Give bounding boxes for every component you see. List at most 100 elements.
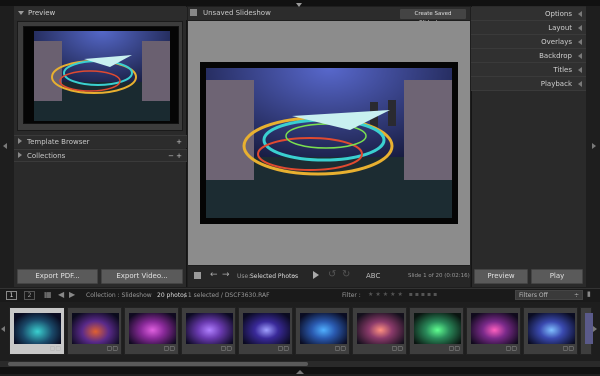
filmstrip-thumbnail[interactable]: ▢▢ bbox=[181, 307, 236, 355]
page-1-button[interactable]: 1 bbox=[6, 291, 17, 300]
overlays-label: Overlays bbox=[541, 38, 572, 46]
thumbnail-image bbox=[243, 313, 290, 344]
layout-header[interactable]: Layout bbox=[471, 21, 586, 35]
export-video-button[interactable]: Export Video... bbox=[101, 269, 183, 284]
thumbnail-badges-icon: ▢▢ bbox=[106, 345, 118, 352]
slide-frame bbox=[200, 62, 458, 224]
options-label: Options bbox=[544, 10, 572, 18]
filters-off-dropdown[interactable]: Filters Off ÷ bbox=[515, 290, 583, 300]
preview-header[interactable]: Preview bbox=[14, 7, 187, 20]
thumbnail-image bbox=[186, 313, 233, 344]
selection-info[interactable]: / 1 selected / DSCF3630.RAF bbox=[184, 292, 270, 299]
layout-label: Layout bbox=[548, 24, 572, 32]
photo-count: 20 photos bbox=[157, 292, 187, 299]
stop-icon[interactable] bbox=[194, 272, 201, 279]
lightpainting-preview-image bbox=[34, 31, 170, 121]
collapse-triangle-icon bbox=[578, 11, 582, 17]
thumbnail-image bbox=[471, 313, 518, 344]
filmstrip-scroll-thumb[interactable] bbox=[8, 362, 308, 366]
collapse-triangle-icon bbox=[578, 67, 582, 73]
filter-label: Filter : bbox=[342, 292, 361, 299]
thumbnail-badges-icon: ▢▢ bbox=[562, 345, 574, 352]
filmstrip-thumbnail[interactable]: ▢▢ bbox=[523, 307, 578, 355]
collections-label: Collections bbox=[27, 152, 66, 160]
collections-header[interactable]: Collections − + bbox=[14, 149, 187, 162]
thumbnail-image bbox=[129, 313, 176, 344]
use-label: Use: bbox=[237, 273, 251, 280]
left-panel-toggle-icon[interactable] bbox=[3, 143, 7, 151]
back-arrow-icon[interactable]: ◀ bbox=[58, 290, 64, 299]
previous-slide-icon[interactable]: ← bbox=[210, 270, 218, 280]
collapse-triangle-icon bbox=[578, 39, 582, 45]
use-dropdown-icon[interactable]: ÷ bbox=[291, 273, 296, 280]
expand-triangle-icon bbox=[18, 152, 22, 158]
lightpainting-slide-image bbox=[206, 68, 452, 218]
star-filter-icons[interactable]: ★★★★★ ▪▪▪▪▪ bbox=[368, 291, 439, 298]
page-2-button[interactable]: 2 bbox=[24, 291, 35, 300]
slide-counter: Slide 1 of 20 (0:02:16) bbox=[408, 273, 470, 279]
preview-button[interactable]: Preview bbox=[474, 269, 528, 284]
thumbnail-badges-icon: ▢▢ bbox=[277, 345, 289, 352]
collapse-triangle-icon bbox=[578, 25, 582, 31]
preview-title: Preview bbox=[28, 9, 56, 17]
collapse-triangle-icon bbox=[18, 11, 24, 15]
filmstrip-thumbnail[interactable] bbox=[580, 307, 593, 355]
play-button[interactable]: Play bbox=[531, 269, 583, 284]
collapse-triangle-icon bbox=[578, 81, 582, 87]
thumbnail-image bbox=[585, 313, 593, 344]
thumbnail-image bbox=[72, 313, 119, 344]
right-panel-toggle-icon[interactable] bbox=[592, 143, 596, 151]
bottom-panel-toggle-icon[interactable] bbox=[296, 368, 304, 376]
filmstrip-thumbnail[interactable]: ▢▢ bbox=[124, 307, 179, 355]
backdrop-header[interactable]: Backdrop bbox=[471, 49, 586, 63]
forward-arrow-icon[interactable]: ▶ bbox=[69, 290, 75, 299]
preview-thumbnail bbox=[23, 26, 179, 124]
filmstrip-thumbnail[interactable]: ▢▢ bbox=[9, 307, 65, 355]
filters-off-label: Filters Off bbox=[519, 292, 548, 299]
filmstrip-thumbnail[interactable]: ▢▢ bbox=[295, 307, 350, 355]
thumbnail-badges-icon: ▢▢ bbox=[49, 345, 61, 352]
thumbnail-badges-icon: ▢▢ bbox=[391, 345, 403, 352]
remove-collection-icon[interactable]: − bbox=[168, 150, 174, 163]
thumbnail-badges-icon: ▢▢ bbox=[505, 345, 517, 352]
template-browser-label: Template Browser bbox=[27, 138, 90, 146]
thumbnail-badges-icon: ▢▢ bbox=[448, 345, 460, 352]
thumbnail-badges-icon: ▢▢ bbox=[163, 345, 175, 352]
collection-source[interactable]: Collection : Slideshow bbox=[86, 292, 152, 299]
rotate-right-icon[interactable]: ↻ bbox=[342, 269, 350, 280]
export-pdf-button[interactable]: Export PDF... bbox=[17, 269, 98, 284]
create-saved-slideshow-button[interactable]: Create Saved Slideshow bbox=[400, 9, 466, 26]
thumbnail-image bbox=[300, 313, 347, 344]
overlays-header[interactable]: Overlays bbox=[471, 35, 586, 49]
filmstrip-thumbnail[interactable]: ▢▢ bbox=[409, 307, 464, 355]
grid-view-icon[interactable]: ▦ bbox=[44, 290, 52, 299]
collapse-triangle-icon bbox=[578, 53, 582, 59]
filmstrip-thumbnail[interactable]: ▢▢ bbox=[67, 307, 122, 355]
thumbnail-badges-icon: ▢▢ bbox=[334, 345, 346, 352]
slideshow-title-row: Unsaved Slideshow bbox=[190, 7, 271, 20]
add-template-icon[interactable]: + bbox=[176, 136, 182, 149]
add-text-button[interactable]: ABC bbox=[366, 272, 380, 280]
rotate-left-icon[interactable]: ↺ bbox=[328, 269, 336, 280]
dropdown-arrow-icon: ÷ bbox=[573, 292, 579, 299]
next-slide-icon[interactable]: → bbox=[222, 270, 230, 280]
thumbnail-image bbox=[357, 313, 404, 344]
template-browser-header[interactable]: Template Browser + bbox=[14, 135, 187, 148]
play-preview-icon[interactable] bbox=[313, 271, 319, 281]
filter-lock-icon[interactable]: ▮ bbox=[587, 290, 591, 298]
playback-header[interactable]: Playback bbox=[471, 77, 586, 91]
thumbnail-badges-icon: ▢▢ bbox=[220, 345, 232, 352]
filmstrip-left-arrow-icon[interactable] bbox=[1, 326, 5, 334]
filmstrip-thumbnail[interactable]: ▢▢ bbox=[352, 307, 407, 355]
checkbox-icon[interactable] bbox=[190, 9, 197, 16]
expand-triangle-icon bbox=[18, 138, 22, 144]
add-collection-icon[interactable]: + bbox=[176, 150, 182, 163]
thumbnail-image bbox=[14, 313, 61, 344]
titles-header[interactable]: Titles bbox=[471, 63, 586, 77]
filmstrip-thumbnail[interactable]: ▢▢ bbox=[466, 307, 521, 355]
filmstrip-right-arrow-icon[interactable] bbox=[593, 326, 597, 334]
options-header[interactable]: Options bbox=[471, 7, 586, 21]
thumbnail-image bbox=[528, 313, 575, 344]
slideshow-title: Unsaved Slideshow bbox=[203, 9, 271, 17]
filmstrip-thumbnail[interactable]: ▢▢ bbox=[238, 307, 293, 355]
